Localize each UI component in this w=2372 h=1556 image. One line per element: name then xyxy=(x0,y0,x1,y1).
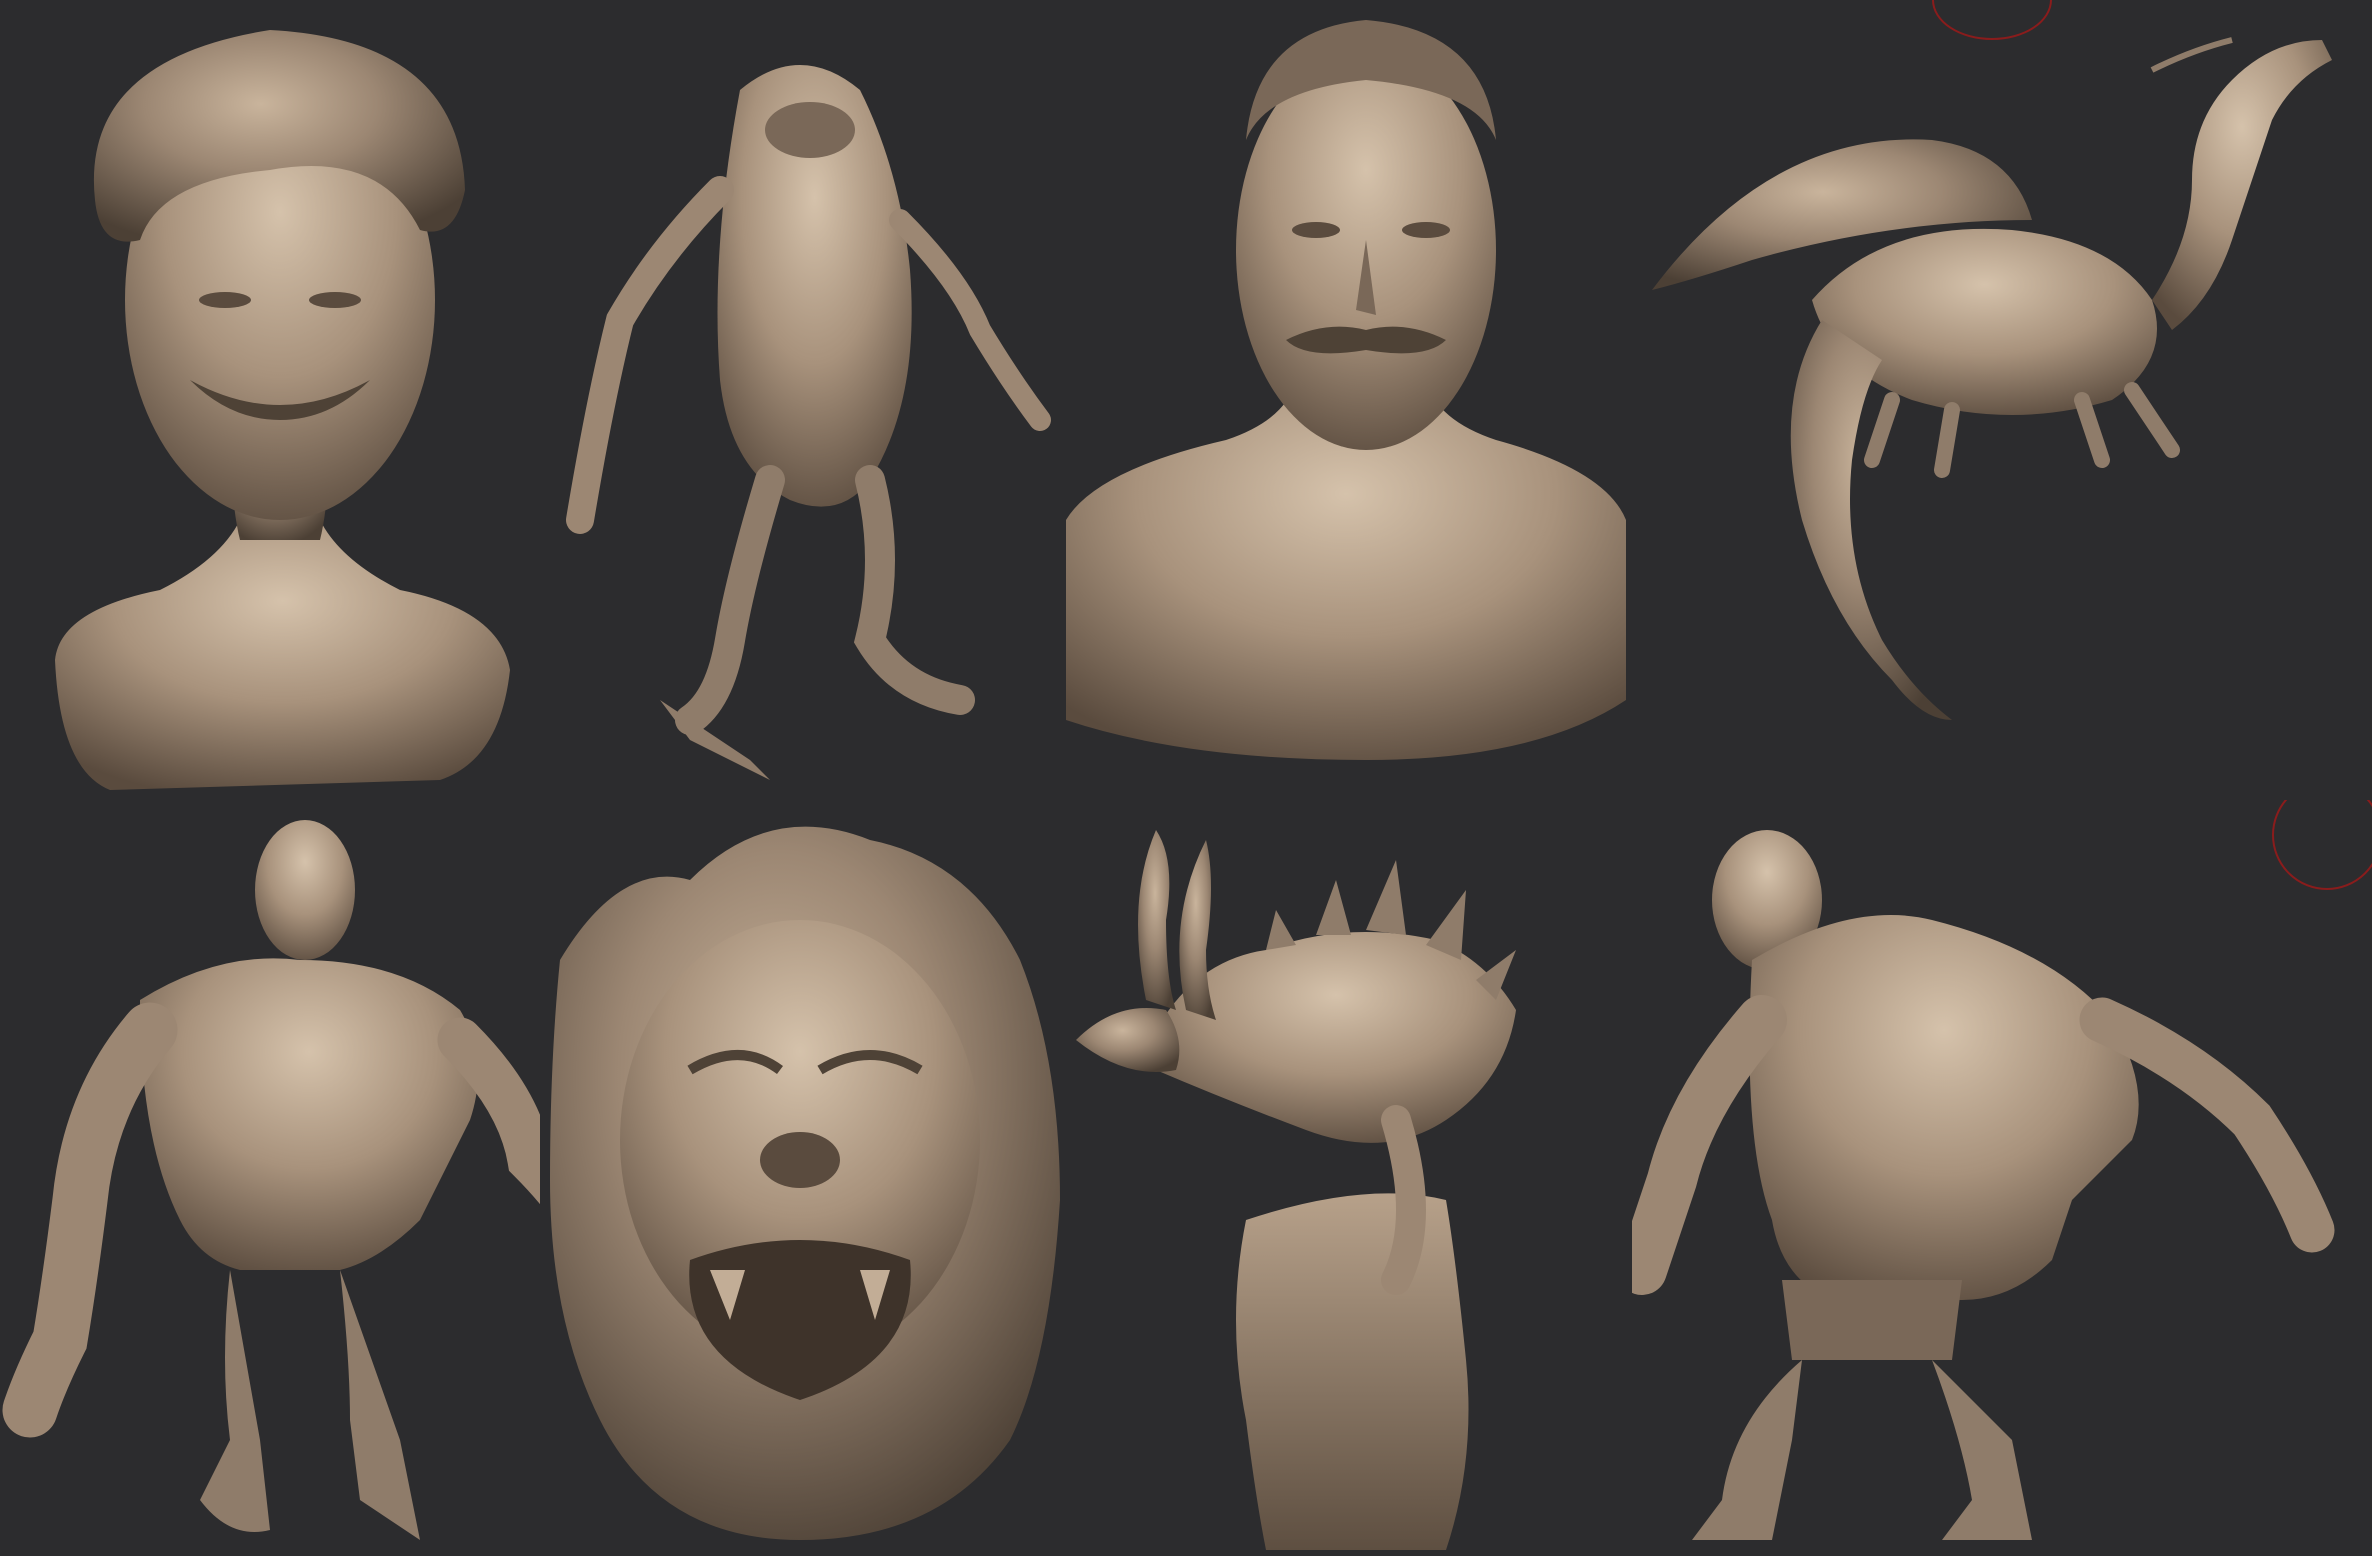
sculpt-tile-frog-creature xyxy=(540,0,1066,800)
man-bust-sculpt xyxy=(1066,20,1626,760)
frog-creature-sculpt xyxy=(566,65,1051,780)
sculpt-tile-boy-bust xyxy=(0,0,540,800)
ogre-sculpt xyxy=(1632,830,2335,1540)
dragon-sculpt xyxy=(1652,37,2332,720)
sculpt-tile-ogre xyxy=(1632,800,2372,1556)
chameleon-sculpt xyxy=(1076,830,1516,1550)
sculpt-collage xyxy=(0,0,2372,1556)
sculpt-tile-chameleon xyxy=(1066,800,1632,1556)
orc-sculpt xyxy=(2,820,540,1540)
sculpt-tile-monster-face xyxy=(540,800,1066,1556)
boy-bust-sculpt xyxy=(55,30,510,790)
sculpt-tile-dragon xyxy=(1632,0,2372,800)
monster-face-sculpt xyxy=(550,826,1060,1540)
sculpt-tile-orc xyxy=(0,800,540,1556)
sculpt-tile-man-bust xyxy=(1066,0,1632,800)
